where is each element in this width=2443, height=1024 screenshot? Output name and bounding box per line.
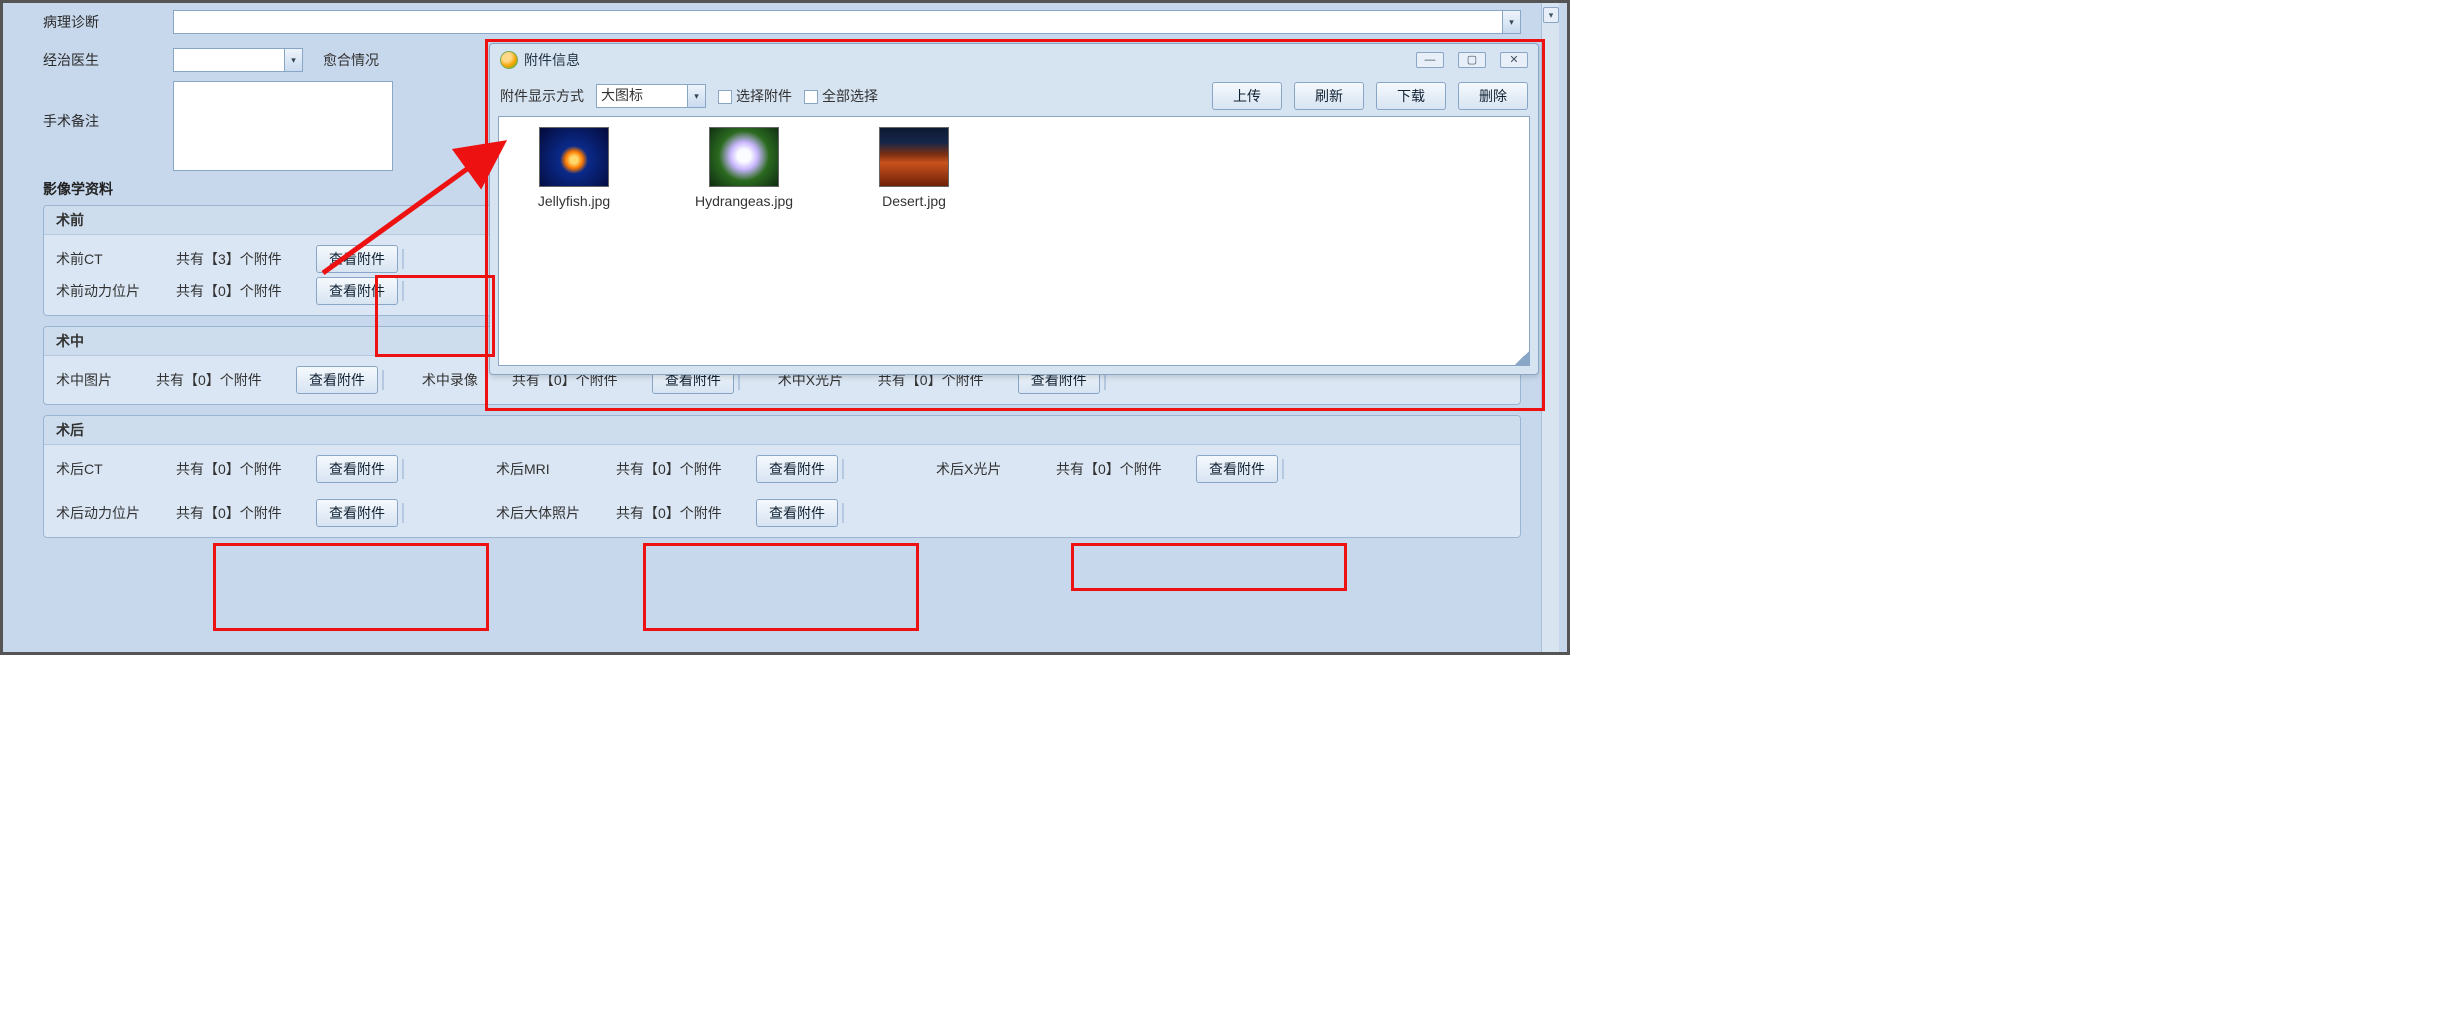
maximize-button[interactable]: ▢ <box>1458 52 1486 68</box>
doctor-label: 经治医生 <box>43 50 173 70</box>
file-item[interactable]: Jellyfish.jpg <box>509 127 639 209</box>
thumbnail-icon <box>879 127 949 187</box>
app-window: ▾ 病理诊断 ▾ 经治医生 ▾ 愈合情况 手术备注 影像学资料 术前 <box>0 0 1570 655</box>
file-name: Desert.jpg <box>849 193 979 209</box>
file-item[interactable]: Hydrangeas.jpg <box>679 127 809 209</box>
att-row-postop-photo: 术后大体照片 共有【0】个附件 查看附件 <box>496 499 906 527</box>
att-label: 术后MRI <box>496 459 616 479</box>
download-button[interactable]: 下载 <box>1376 82 1446 110</box>
select-all-label: 全部选择 <box>822 88 878 104</box>
scroll-down-icon[interactable]: ▾ <box>1543 7 1559 23</box>
separator-icon <box>402 249 404 269</box>
view-attachment-button[interactable]: 查看附件 <box>316 499 398 527</box>
group-postop-header: 术后 <box>44 416 1520 445</box>
att-row-intraop-img: 术中图片 共有【0】个附件 查看附件 <box>56 366 388 394</box>
att-row-postop-mri: 术后MRI 共有【0】个附件 查看附件 <box>496 455 906 483</box>
select-all-check[interactable]: 全部选择 <box>804 86 878 106</box>
attachment-dialog: 附件信息 — ▢ ✕ 附件显示方式 大图标 ▾ 选择附件 全部选择 上传 刷新 … <box>489 43 1539 375</box>
minimize-button[interactable]: — <box>1416 52 1444 68</box>
view-attachment-button[interactable]: 查看附件 <box>316 277 398 305</box>
view-attachment-button[interactable]: 查看附件 <box>1196 455 1278 483</box>
remarks-label: 手术备注 <box>43 81 173 131</box>
group-postop: 术后 术后CT 共有【0】个附件 查看附件 术后MRI 共有【0】个附件 查看附… <box>43 415 1521 538</box>
dialog-title-text: 附件信息 <box>524 50 580 70</box>
att-label: 术中图片 <box>56 370 156 390</box>
chevron-down-icon[interactable]: ▾ <box>687 85 705 107</box>
att-count: 共有【0】个附件 <box>616 503 756 523</box>
row-pathology: 病理诊断 ▾ <box>43 3 1521 41</box>
dialog-toolbar: 附件显示方式 大图标 ▾ 选择附件 全部选择 上传 刷新 下载 删除 <box>490 76 1538 116</box>
att-row-postop-dynamic: 术后动力位片 共有【0】个附件 查看附件 <box>56 499 466 527</box>
refresh-button[interactable]: 刷新 <box>1294 82 1364 110</box>
att-label: 术后大体照片 <box>496 503 616 523</box>
att-row-postop-xray: 术后X光片 共有【0】个附件 查看附件 <box>936 455 1346 483</box>
dialog-body: Jellyfish.jpg Hydrangeas.jpg Desert.jpg <box>498 116 1530 366</box>
att-count: 共有【0】个附件 <box>176 503 316 523</box>
separator-icon <box>402 503 404 523</box>
chevron-down-icon[interactable]: ▾ <box>1502 11 1520 33</box>
view-attachment-button[interactable]: 查看附件 <box>756 455 838 483</box>
att-count: 共有【0】个附件 <box>176 459 316 479</box>
select-attachment-check[interactable]: 选择附件 <box>718 86 792 106</box>
att-row-postop-ct: 术后CT 共有【0】个附件 查看附件 <box>56 455 466 483</box>
separator-icon <box>402 459 404 479</box>
att-label: 术后X光片 <box>936 459 1056 479</box>
separator-icon <box>1282 459 1284 479</box>
pathology-label: 病理诊断 <box>43 12 173 32</box>
checkbox-icon[interactable] <box>804 90 818 104</box>
doctor-combo[interactable]: ▾ <box>173 48 303 72</box>
pathology-combo[interactable]: ▾ <box>173 10 1521 34</box>
att-label: 术前CT <box>56 249 176 269</box>
chevron-down-icon[interactable]: ▾ <box>284 49 302 71</box>
thumbnail-icon <box>709 127 779 187</box>
view-attachment-button[interactable]: 查看附件 <box>296 366 378 394</box>
user-icon <box>500 51 518 69</box>
thumbnail-icon <box>539 127 609 187</box>
att-count: 共有【0】个附件 <box>156 370 296 390</box>
annotation-box-postop-1 <box>213 543 489 631</box>
display-mode-label: 附件显示方式 <box>500 86 584 106</box>
upload-button[interactable]: 上传 <box>1212 82 1282 110</box>
dialog-titlebar[interactable]: 附件信息 — ▢ ✕ <box>490 44 1538 76</box>
separator-icon <box>402 281 404 301</box>
remarks-textarea[interactable] <box>173 81 393 171</box>
healing-label: 愈合情况 <box>323 50 379 70</box>
att-count: 共有【0】个附件 <box>616 459 756 479</box>
separator-icon <box>842 503 844 523</box>
view-attachment-button[interactable]: 查看附件 <box>316 245 398 273</box>
separator-icon <box>842 459 844 479</box>
checkbox-icon[interactable] <box>718 90 732 104</box>
delete-button[interactable]: 删除 <box>1458 82 1528 110</box>
resize-grip-icon[interactable] <box>1515 351 1529 365</box>
file-name: Jellyfish.jpg <box>509 193 639 209</box>
separator-icon <box>382 370 384 390</box>
file-item[interactable]: Desert.jpg <box>849 127 979 209</box>
att-count: 共有【3】个附件 <box>176 249 316 269</box>
att-count: 共有【0】个附件 <box>176 281 316 301</box>
group-postop-body: 术后CT 共有【0】个附件 查看附件 术后MRI 共有【0】个附件 查看附件 术… <box>44 445 1520 537</box>
vertical-scrollbar[interactable]: ▾ <box>1541 3 1559 652</box>
view-attachment-button[interactable]: 查看附件 <box>316 455 398 483</box>
select-attachment-label: 选择附件 <box>736 88 792 104</box>
window-controls: — ▢ ✕ <box>1416 52 1528 68</box>
att-label: 术后CT <box>56 459 176 479</box>
att-label: 术前动力位片 <box>56 281 176 301</box>
annotation-box-postop-3 <box>1071 543 1347 591</box>
display-mode-combo[interactable]: 大图标 ▾ <box>596 84 706 108</box>
file-name: Hydrangeas.jpg <box>679 193 809 209</box>
att-label: 术后动力位片 <box>56 503 176 523</box>
att-count: 共有【0】个附件 <box>1056 459 1196 479</box>
view-attachment-button[interactable]: 查看附件 <box>756 499 838 527</box>
annotation-box-postop-2 <box>643 543 919 631</box>
close-button[interactable]: ✕ <box>1500 52 1528 68</box>
